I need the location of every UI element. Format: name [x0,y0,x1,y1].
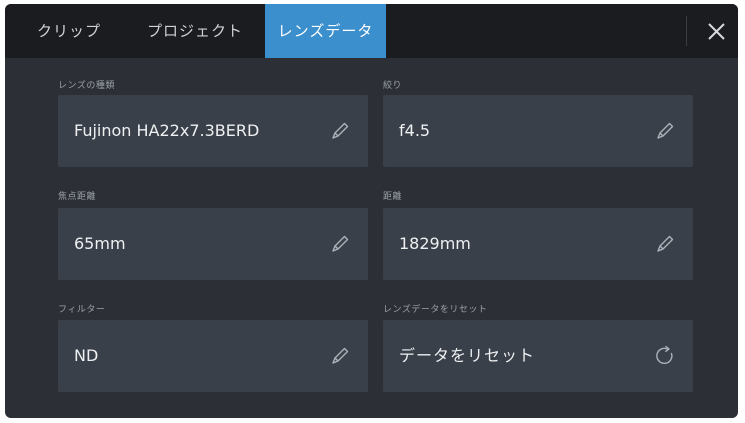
reset-lens-data-button[interactable]: データをリセット [383,320,693,392]
distance-field[interactable]: 1829mm [383,208,693,280]
filter-field[interactable]: ND [58,320,368,392]
tab-project[interactable]: プロジェクト [147,4,243,58]
close-button[interactable] [695,10,737,52]
pencil-icon [657,122,674,139]
iris-label: 絞り [383,81,403,91]
reset-icon [656,345,673,364]
lens-type-field[interactable]: Fujinon HA22x7.3BERD [58,95,368,167]
tab-clip[interactable]: クリップ [37,4,101,58]
iris-field[interactable]: f4.5 [383,95,693,167]
filter-label: フィルター [58,305,106,315]
distance-label: 距離 [383,192,403,202]
close-icon [708,23,725,40]
lens-type-label: レンズの種類 [58,81,115,91]
lens-data-screen: クリップ プロジェクト レンズデータ レンズの種類 Fujinon HA22x7… [5,4,738,418]
tab-lens-data[interactable]: レンズデータ [265,4,386,58]
reset-lens-data-value: データをリセット [399,346,536,365]
focal-length-label: 焦点距離 [58,192,97,202]
pencil-icon [332,122,349,139]
pencil-icon [332,347,349,364]
topbar-divider [686,16,687,46]
lens-type-value: Fujinon HA22x7.3BERD [74,121,260,140]
focal-length-field[interactable]: 65mm [58,208,368,280]
focal-length-value: 65mm [74,234,126,253]
filter-value: ND [74,346,99,365]
pencil-icon [657,235,674,252]
pencil-icon [332,235,349,252]
reset-lens-data-label: レンズデータをリセット [383,305,488,315]
tab-bar: クリップ プロジェクト レンズデータ [5,4,738,58]
distance-value: 1829mm [399,234,471,253]
iris-value: f4.5 [399,121,431,140]
